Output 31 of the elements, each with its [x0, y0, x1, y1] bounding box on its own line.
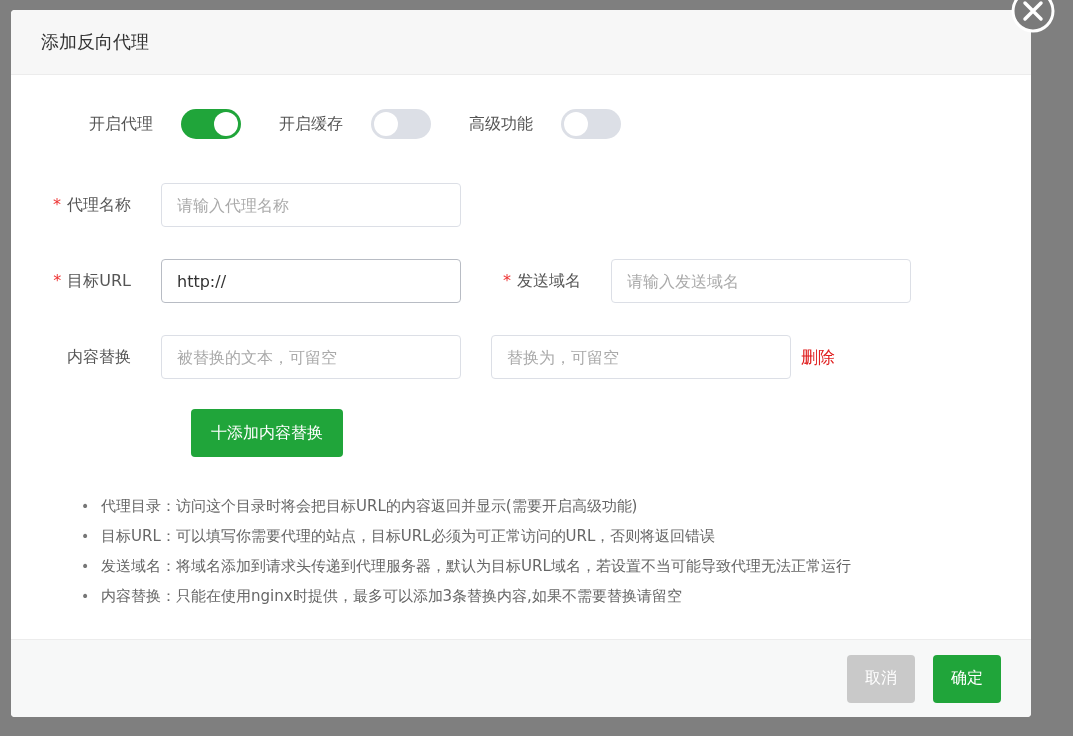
add-replace-button[interactable]: 十添加内容替换: [191, 409, 343, 457]
toggle-switch[interactable]: [181, 109, 241, 139]
bullet-mark: •: [81, 527, 91, 546]
help-note: 内容替换：只能在使用nginx时提供，最多可以添加3条替换内容,如果不需要替换请留空: [101, 586, 682, 607]
field-label: 内容替换: [66, 346, 132, 368]
toggle-label: 开启代理: [89, 113, 153, 135]
help-note: 目标URL：可以填写你需要代理的站点，目标URL必须为可正常访问的URL，否则将返回错误: [101, 526, 716, 547]
confirm-button[interactable]: 确定: [933, 654, 1001, 703]
dialog-title: 添加反向代理: [41, 30, 149, 54]
host-field[interactable]: 请输入发送域名: [611, 259, 911, 303]
field-label: 目标URL: [67, 270, 131, 290]
name-field[interactable]: 请输入代理名称: [161, 183, 461, 227]
toggle-label: 高级功能: [469, 113, 533, 135]
replace-from-field[interactable]: 被替换的文本，可留空: [161, 335, 461, 379]
delete-link[interactable]: 删除: [801, 345, 835, 369]
toggle-label: 开启缓存: [279, 113, 343, 135]
help-note: 发送域名：将域名添加到请求头传递到代理服务器，默认为目标URL域名，若设置不当可能导致代理无法正常运行: [101, 556, 851, 577]
toggle-switch[interactable]: [561, 109, 621, 139]
required-mark: *: [53, 194, 61, 214]
field-label: 代理名称: [67, 194, 131, 214]
url-field[interactable]: http://: [161, 259, 461, 303]
bullet-mark: •: [81, 587, 91, 606]
replace-to-field[interactable]: 替换为，可留空: [491, 335, 791, 379]
field-label: 发送域名: [517, 270, 581, 290]
close-icon[interactable]: [1011, 0, 1055, 33]
bullet-mark: •: [81, 497, 91, 516]
required-mark: *: [53, 270, 62, 290]
required-mark: *: [503, 270, 511, 290]
help-note: 代理目录：访问这个目录时将会把目标URL的内容返回并显示(需要开启高级功能): [101, 496, 638, 517]
toggle-switch[interactable]: [371, 109, 431, 139]
bullet-mark: •: [81, 557, 91, 576]
